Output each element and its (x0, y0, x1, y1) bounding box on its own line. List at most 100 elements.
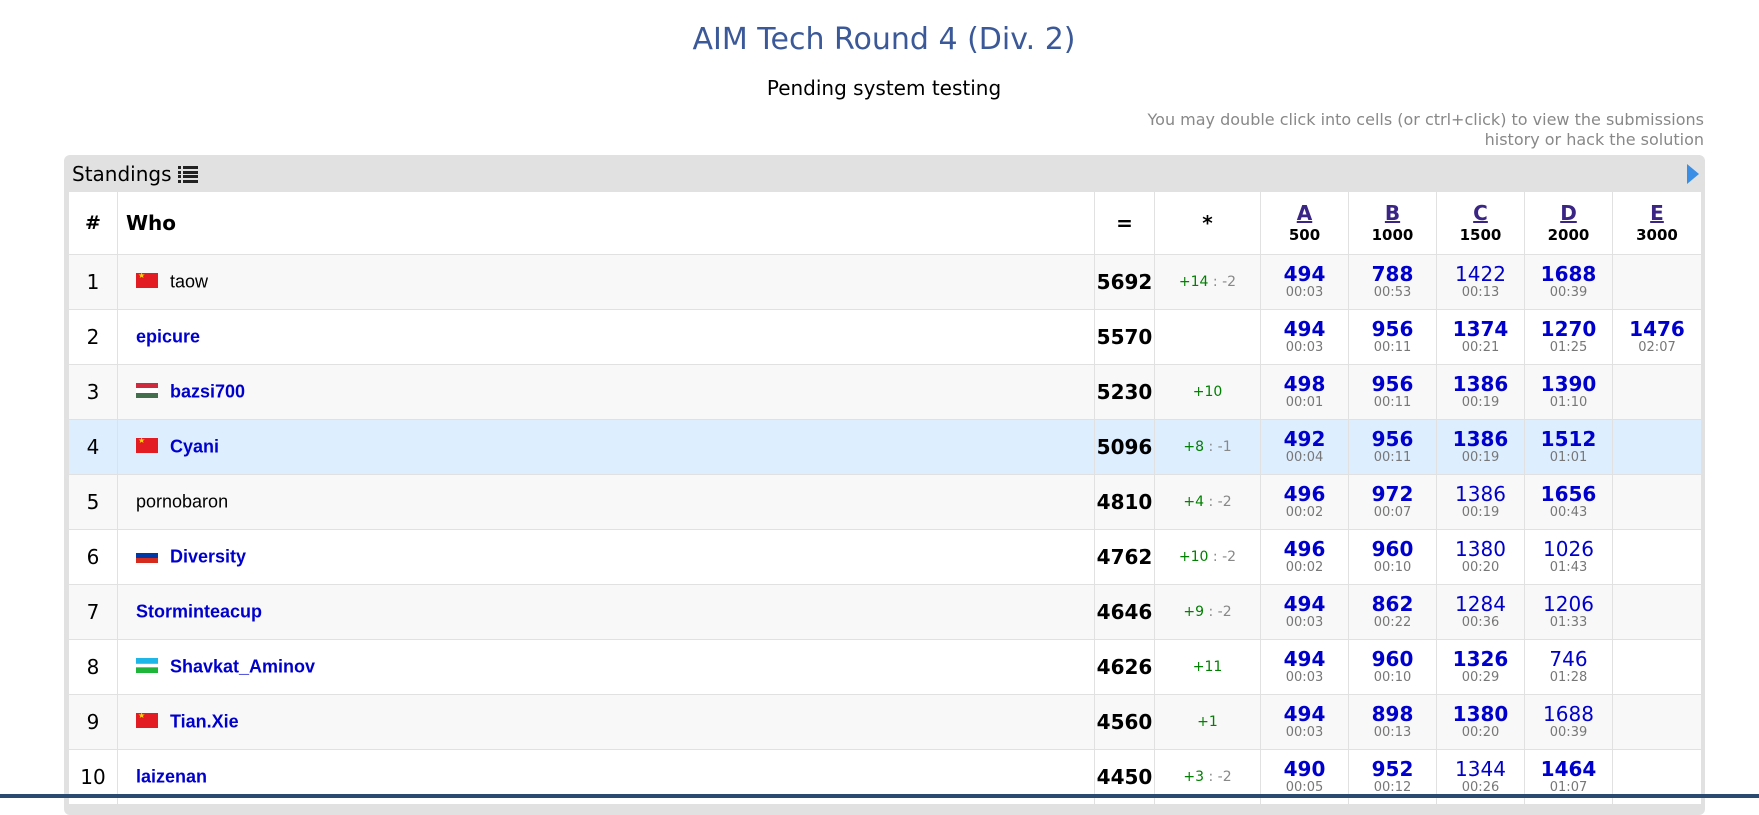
problem-score: 1026 (1543, 537, 1594, 561)
problem-score: 960 (1371, 537, 1414, 561)
problem-result-cell[interactable]: 494 00:03 (1260, 309, 1349, 365)
table-row: 4Cyani5096+8 : -149200:0495600:11138600:… (68, 419, 1702, 475)
problem-result-cell[interactable]: 746 01:28 (1524, 639, 1613, 695)
problem-result-cell[interactable]: 494 00:03 (1260, 694, 1349, 750)
problem-result-cell[interactable]: 494 00:03 (1260, 639, 1349, 695)
problem-result-cell[interactable] (1612, 474, 1702, 530)
problem-score: 494 (1283, 592, 1326, 616)
participant-name-link[interactable]: laizenan (136, 767, 207, 787)
total-points-cell: 4762 (1094, 529, 1155, 585)
problem-result-cell[interactable]: 498 00:01 (1260, 364, 1349, 420)
problem-result-cell[interactable]: 1390 01:10 (1524, 364, 1613, 420)
problem-result-cell[interactable]: 496 00:02 (1260, 474, 1349, 530)
problem-time: 00:07 (1373, 505, 1412, 520)
problem-result-cell[interactable]: 956 00:11 (1348, 364, 1437, 420)
problem-result-cell[interactable]: 1270 01:25 (1524, 309, 1613, 365)
problem-time: 01:33 (1549, 615, 1588, 630)
problem-result-cell[interactable] (1612, 694, 1702, 750)
hacks-cell[interactable]: +11 (1154, 639, 1261, 695)
problem-time: 00:53 (1373, 285, 1412, 300)
problem-result-cell[interactable]: 1380 00:20 (1436, 694, 1525, 750)
participant-name-link[interactable]: Shavkat_Aminov (170, 657, 315, 677)
bottom-border (0, 794, 1759, 798)
problem-result-cell[interactable]: 1026 01:43 (1524, 529, 1613, 585)
problem-result-cell[interactable]: 492 00:04 (1260, 419, 1349, 475)
hacks-cell[interactable]: +8 : -1 (1154, 419, 1261, 475)
col-points-header: = (1094, 191, 1155, 255)
problem-result-cell[interactable] (1612, 584, 1702, 640)
hacks-cell[interactable]: +14 : -2 (1154, 254, 1261, 310)
standings-body: 1taow5692+14 : -249400:0378800:53142200:… (68, 254, 1702, 805)
problem-result-cell[interactable]: 960 00:10 (1348, 639, 1437, 695)
problem-time: 01:01 (1549, 450, 1588, 465)
problem-result-cell[interactable]: 1386 00:19 (1436, 364, 1525, 420)
participant-name-link[interactable]: bazsi700 (170, 382, 245, 402)
problem-result-cell[interactable]: 788 00:53 (1348, 254, 1437, 310)
hacks-cell[interactable]: +10 : -2 (1154, 529, 1261, 585)
problem-result-cell[interactable]: 898 00:13 (1348, 694, 1437, 750)
problem-result-cell[interactable]: 1656 00:43 (1524, 474, 1613, 530)
problem-result-cell[interactable]: 1688 00:39 (1524, 254, 1613, 310)
problem-result-cell[interactable] (1612, 364, 1702, 420)
participant-cell: pornobaron (117, 474, 1095, 530)
participant-name-link[interactable]: epicure (136, 327, 200, 347)
problem-result-cell[interactable]: 862 00:22 (1348, 584, 1437, 640)
problem-c-link[interactable]: C (1437, 201, 1524, 225)
problem-result-cell[interactable]: 1284 00:36 (1436, 584, 1525, 640)
contest-status: Pending system testing (766, 76, 1002, 100)
hacks-failed: -2 (1217, 604, 1232, 620)
problem-result-cell[interactable]: 494 00:03 (1260, 254, 1349, 310)
problem-result-cell[interactable]: 1422 00:13 (1436, 254, 1525, 310)
problem-e-points: 3000 (1636, 226, 1678, 244)
problem-result-cell[interactable]: 1374 00:21 (1436, 309, 1525, 365)
problem-score: 1380 (1452, 702, 1509, 726)
participant-name-link[interactable]: taow (170, 272, 208, 292)
problem-result-cell[interactable]: 494 00:03 (1260, 584, 1349, 640)
problem-result-cell[interactable] (1612, 419, 1702, 475)
participant-name-link[interactable]: Tian.Xie (170, 712, 239, 732)
problem-a-link[interactable]: A (1261, 201, 1348, 225)
problem-result-cell[interactable]: 972 00:07 (1348, 474, 1437, 530)
problem-result-cell[interactable]: 1476 02:07 (1612, 309, 1702, 365)
problem-score: 1380 (1455, 537, 1506, 561)
problem-time: 00:43 (1549, 505, 1588, 520)
arrow-right-icon[interactable] (1687, 164, 1699, 184)
hacks-cell[interactable]: +9 : -2 (1154, 584, 1261, 640)
problem-result-cell[interactable]: 960 00:10 (1348, 529, 1437, 585)
hacks-success: +10 (1192, 384, 1223, 400)
problem-d-link[interactable]: D (1525, 201, 1612, 225)
problem-time: 00:03 (1285, 340, 1324, 355)
problem-result-cell[interactable]: 1386 00:19 (1436, 419, 1525, 475)
problem-result-cell[interactable]: 1688 00:39 (1524, 694, 1613, 750)
participant-name-link[interactable]: Diversity (170, 547, 246, 567)
problem-result-cell[interactable]: 956 00:11 (1348, 419, 1437, 475)
problem-result-cell[interactable]: 1380 00:20 (1436, 529, 1525, 585)
flag-cn-icon (136, 436, 158, 453)
problem-score: 496 (1283, 537, 1326, 561)
problem-b-points: 1000 (1371, 226, 1414, 244)
problem-result-cell[interactable]: 956 00:11 (1348, 309, 1437, 365)
problem-d-points: 2000 (1547, 226, 1590, 244)
problem-result-cell[interactable] (1612, 529, 1702, 585)
hacks-cell[interactable] (1154, 309, 1261, 365)
problem-result-cell[interactable] (1612, 639, 1702, 695)
participant-name-link[interactable]: pornobaron (136, 492, 228, 512)
problem-result-cell[interactable]: 496 00:02 (1260, 529, 1349, 585)
problem-result-cell[interactable]: 1206 01:33 (1524, 584, 1613, 640)
problem-b-link[interactable]: B (1349, 201, 1436, 225)
participant-name-link[interactable]: Storminteacup (136, 602, 262, 622)
hacks-cell[interactable]: +1 (1154, 694, 1261, 750)
problem-e-link[interactable]: E (1613, 201, 1701, 225)
participant-name-link[interactable]: Cyani (170, 437, 219, 457)
standings-title-wrap: Standings (72, 162, 198, 186)
problem-result-cell[interactable]: 1512 01:01 (1524, 419, 1613, 475)
hacks-success: +4 (1183, 494, 1205, 510)
problem-result-cell[interactable]: 1326 00:29 (1436, 639, 1525, 695)
total-points-cell: 5570 (1094, 309, 1155, 365)
problem-result-cell[interactable] (1612, 254, 1702, 310)
problem-result-cell[interactable]: 1386 00:19 (1436, 474, 1525, 530)
hacks-cell[interactable]: +10 (1154, 364, 1261, 420)
rank-cell: 2 (68, 309, 118, 365)
flag-hu-icon (136, 382, 158, 398)
hacks-cell[interactable]: +4 : -2 (1154, 474, 1261, 530)
